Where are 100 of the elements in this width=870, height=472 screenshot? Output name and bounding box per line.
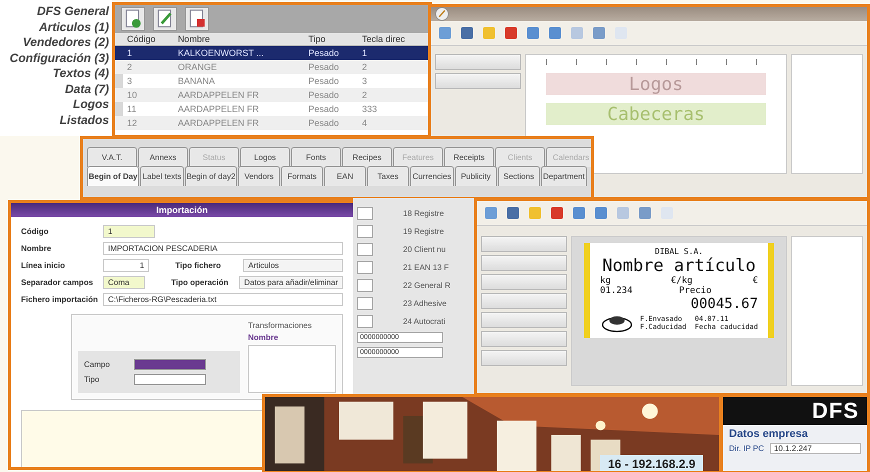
- table-cell: 1: [123, 46, 174, 60]
- nav-item[interactable]: Articulos (1): [38, 20, 109, 35]
- tab[interactable]: Sections: [498, 166, 540, 186]
- column-header[interactable]: Tecla direc: [358, 33, 429, 46]
- input-field[interactable]: [134, 359, 206, 370]
- nav-item[interactable]: Logos: [73, 97, 109, 112]
- ribbon-tool-icon[interactable]: [549, 205, 565, 221]
- dialog-title: Importación: [11, 203, 353, 217]
- nav-item[interactable]: Vendedores (2): [22, 35, 109, 50]
- sidebar-button[interactable]: [481, 293, 567, 309]
- sidebar-button[interactable]: [435, 73, 521, 89]
- currency-label: €: [752, 276, 758, 286]
- tab[interactable]: Begin of day2: [184, 166, 237, 186]
- nav-item[interactable]: Listados: [60, 112, 109, 128]
- delete-document-icon[interactable]: [185, 7, 209, 31]
- tab[interactable]: Department: [540, 166, 588, 186]
- nav-item[interactable]: Data (7): [64, 82, 109, 97]
- input-field[interactable]: [357, 314, 373, 328]
- input-field[interactable]: [357, 224, 373, 238]
- edit-document-icon[interactable]: [153, 7, 177, 31]
- input-field[interactable]: Coma: [103, 276, 146, 289]
- table-cell: AARDAPPELEN FR: [174, 88, 304, 102]
- sidebar-button[interactable]: [481, 331, 567, 347]
- dropdown[interactable]: Articulos: [243, 259, 343, 272]
- ribbon-tool-icon[interactable]: [437, 25, 453, 41]
- nav-item[interactable]: Configuración (3): [10, 50, 109, 66]
- column-header[interactable]: Código: [123, 33, 174, 46]
- tab[interactable]: Fonts: [291, 147, 341, 167]
- input-field[interactable]: 1: [103, 225, 155, 238]
- ribbon-tool-icon[interactable]: [591, 25, 607, 41]
- tab[interactable]: Receipts: [444, 147, 494, 167]
- tab[interactable]: V.A.T.: [87, 147, 137, 167]
- field-label: Tipo: [84, 375, 100, 384]
- sidebar-button[interactable]: [481, 236, 567, 252]
- sidebar-button[interactable]: [481, 274, 567, 290]
- ribbon-tool-icon[interactable]: [503, 25, 519, 41]
- tab[interactable]: Vendors: [238, 166, 280, 186]
- input-field[interactable]: [357, 296, 373, 310]
- sidebar-button[interactable]: [435, 54, 521, 70]
- nav-item[interactable]: DFS General: [36, 4, 109, 20]
- section-title: Datos empresa: [728, 427, 809, 442]
- input-field[interactable]: [357, 242, 373, 256]
- tab[interactable]: EAN: [324, 166, 366, 186]
- table-cell: 3: [358, 74, 429, 88]
- input-field[interactable]: [357, 206, 373, 220]
- ribbon-tool-icon[interactable]: [571, 205, 587, 221]
- spin-field[interactable]: 1: [103, 259, 150, 272]
- dropdown[interactable]: 10.1.2.247: [770, 443, 861, 454]
- field-label: Tipo operación: [171, 278, 230, 287]
- sidebar-button[interactable]: [481, 255, 567, 271]
- tab[interactable]: Logos: [240, 147, 290, 167]
- input-field[interactable]: [357, 260, 373, 274]
- setting-label: 21 EAN 13 F: [403, 262, 449, 272]
- ribbon-tool-icon[interactable]: [505, 205, 521, 221]
- ribbon-tool-icon[interactable]: [525, 25, 541, 41]
- nav-item[interactable]: Textos (4): [52, 66, 109, 82]
- table-cell: 12: [123, 116, 174, 130]
- column-header[interactable]: Nombre: [174, 33, 304, 46]
- tab[interactable]: Begin of Day: [87, 166, 140, 186]
- table-cell: KALKOENWORST ...: [174, 46, 304, 60]
- unit-label: kg: [600, 276, 611, 286]
- table-cell: 3: [123, 74, 174, 88]
- ribbon-tool-icon[interactable]: [483, 205, 499, 221]
- field-label: Campo: [84, 360, 111, 369]
- tab[interactable]: Publicity: [454, 166, 497, 186]
- sidebar-button[interactable]: [481, 350, 567, 366]
- tab[interactable]: Formats: [281, 166, 323, 186]
- field-label: Fichero importación: [21, 295, 97, 304]
- field-label: Nombre: [21, 244, 52, 253]
- ribbon-tool-icon[interactable]: [459, 25, 475, 41]
- tab[interactable]: Annexs: [138, 147, 188, 167]
- input-field[interactable]: C:\Ficheros-RG\Pescaderia.txt: [103, 293, 343, 306]
- ribbon-tool-icon[interactable]: [637, 205, 653, 221]
- ribbon-tool-icon[interactable]: [547, 25, 563, 41]
- input-field[interactable]: IMPORTACION PESCADERIA: [103, 242, 343, 255]
- table-cell: Pesado: [304, 46, 358, 60]
- add-document-icon[interactable]: [121, 7, 145, 31]
- tab[interactable]: Currencies: [410, 166, 454, 186]
- table-cell: Pesado: [304, 102, 358, 116]
- dropdown[interactable]: Datos para añadir/eliminar: [239, 276, 343, 289]
- column-header[interactable]: Tipo: [304, 33, 358, 46]
- setting-label: 22 General R: [403, 280, 451, 290]
- table-cell: 2: [358, 88, 429, 102]
- input-field[interactable]: [357, 278, 373, 292]
- table-cell: 11: [123, 102, 174, 116]
- sidebar-button[interactable]: [481, 312, 567, 328]
- ribbon-tool-icon[interactable]: [593, 205, 609, 221]
- tab[interactable]: Recipes: [342, 147, 392, 167]
- tab[interactable]: Label texts: [140, 166, 184, 186]
- table-cell: BANANA: [174, 74, 304, 88]
- section-band: Cabeceras: [546, 103, 766, 125]
- table-cell: Pesado: [304, 116, 358, 130]
- tab[interactable]: Taxes: [367, 166, 409, 186]
- table-cell: 10: [123, 88, 174, 102]
- setting-label: 20 Client nu: [403, 244, 446, 254]
- section-title: Transformaciones: [248, 321, 313, 330]
- device-tag: 16 - 192.168.2.9: [600, 455, 704, 471]
- input-field[interactable]: [134, 374, 206, 385]
- table-cell: 1: [358, 46, 429, 60]
- table-cell: Pesado: [304, 74, 358, 88]
